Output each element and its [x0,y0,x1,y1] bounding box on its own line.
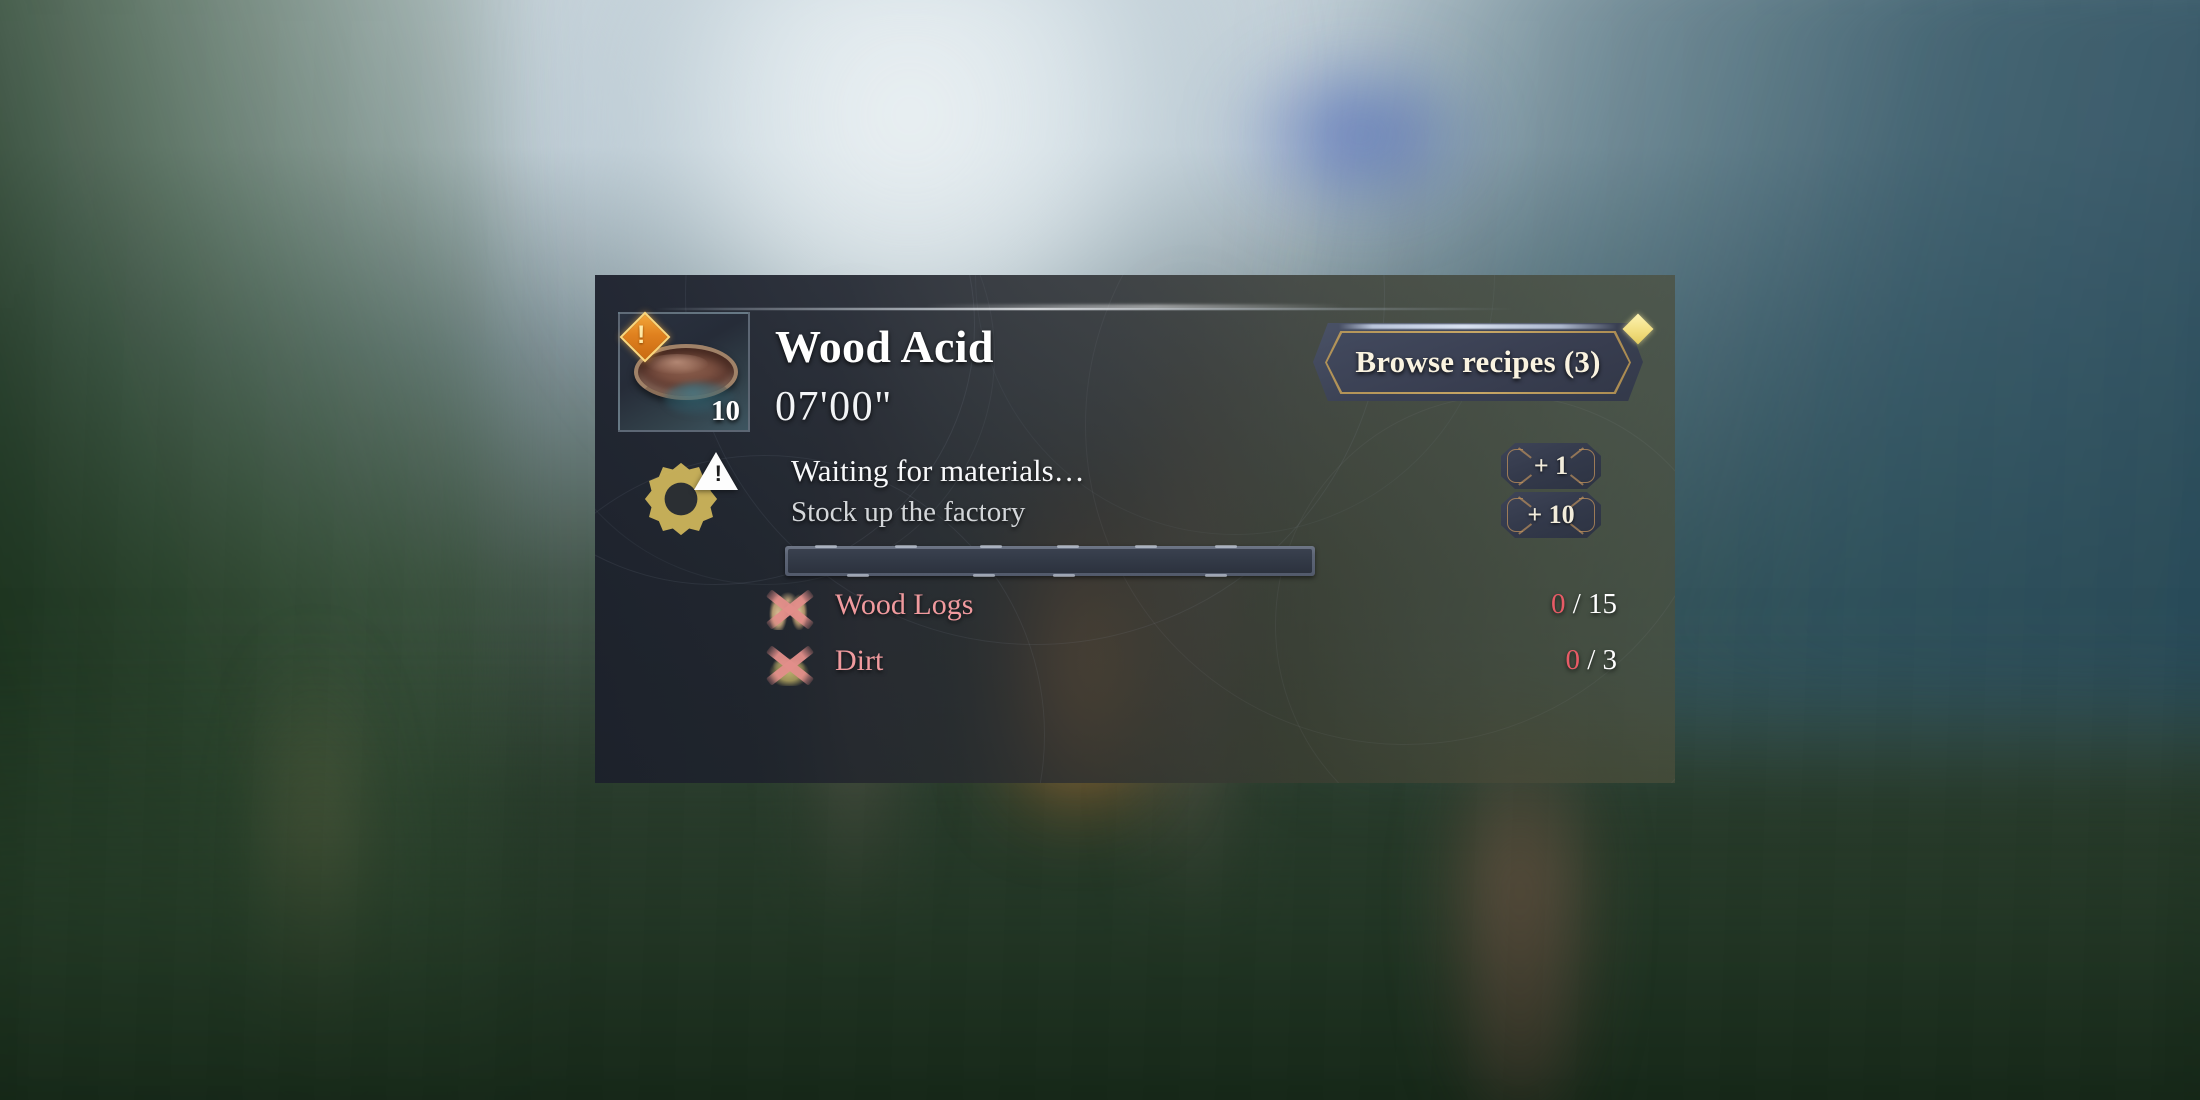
progress-track [788,549,1312,573]
material-quantity: 0 / 3 [1565,644,1617,677]
status-icon-group: ! [640,452,738,548]
status-hint: Stock up the factory [791,496,1026,528]
factory-crafting-panel: ! 10 Wood Acid 07'00" Browse recipes (3)… [595,275,1675,783]
material-row[interactable]: Wood Logs 0 / 15 [765,582,1645,636]
material-name: Dirt [835,644,884,677]
material-separator: / [1587,644,1603,676]
item-count-badge: 10 [711,395,740,427]
item-icon-frame[interactable]: ! 10 [618,311,750,432]
craft-progress-bar [785,545,1315,577]
browse-recipes-button[interactable]: Browse recipes (3) [1313,313,1654,401]
material-row[interactable]: Dirt 0 / 3 [765,638,1645,692]
wood-logs-icon [765,584,815,634]
status-message: Waiting for materials… [791,453,1085,488]
panel-top-highlight-line [655,308,1515,310]
add-one-label: + 1 [1533,451,1569,480]
material-need: 3 [1602,644,1618,676]
material-quantity: 0 / 15 [1551,588,1617,621]
bowl-highlight [646,354,708,374]
browse-recipes-label: Browse recipes (3) [1355,344,1601,379]
dirt-icon [765,640,815,690]
add-one-button[interactable]: + 1 [1501,443,1601,489]
craft-timer: 07'00" [775,384,893,430]
item-title: Wood Acid [775,321,994,372]
material-have: 0 [1550,588,1566,620]
panel-top-highlight-glow [925,305,1345,308]
material-name: Wood Logs [835,588,974,621]
warning-triangle-glyph: ! [714,461,722,486]
material-separator: / [1572,588,1588,620]
add-ten-label: + 10 [1527,500,1575,529]
add-ten-button[interactable]: + 10 [1501,492,1601,538]
material-have: 0 [1565,644,1580,676]
material-need: 15 [1588,588,1617,620]
